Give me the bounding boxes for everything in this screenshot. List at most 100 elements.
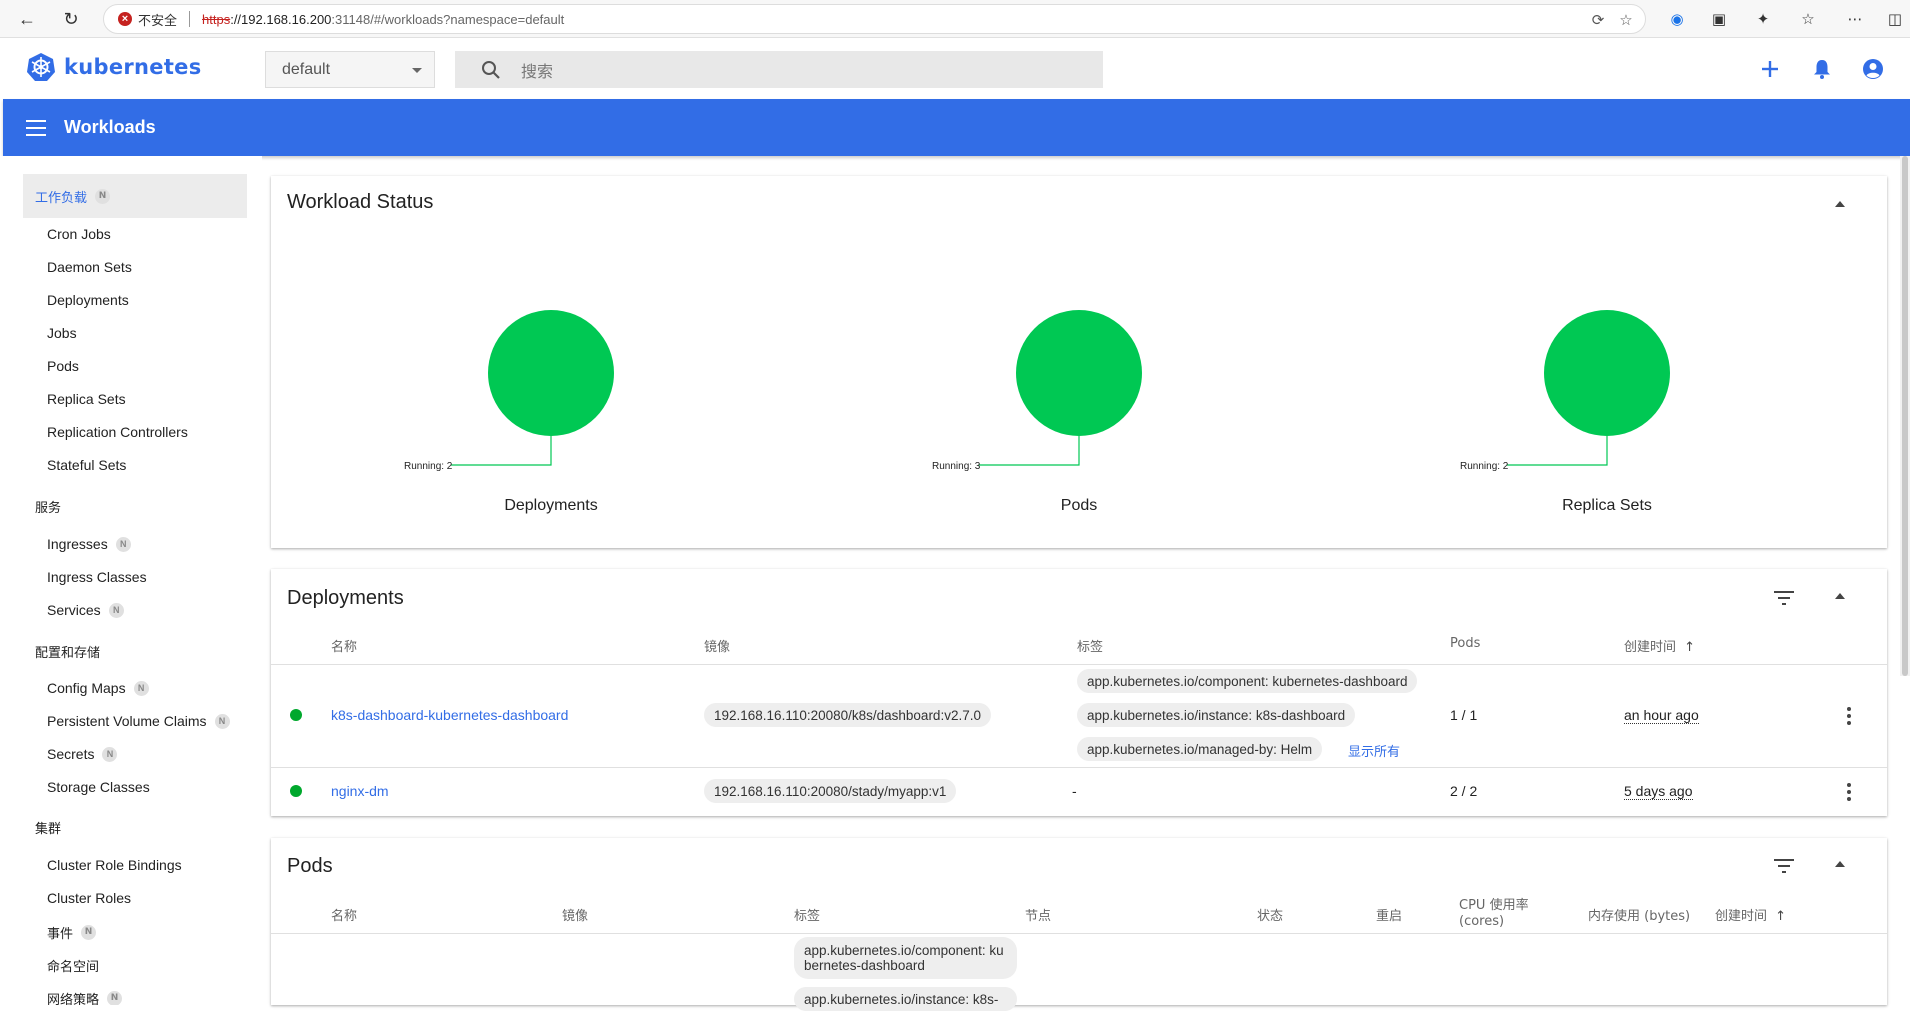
column-header-image: 镜像 [704, 640, 731, 655]
sidebar-item-ingresses[interactable]: Ingresses N [47, 536, 131, 552]
deployment-name-link[interactable]: k8s-dashboard-kubernetes-dashboard [331, 707, 568, 723]
notifications-bell-icon[interactable] [1810, 57, 1834, 81]
sidebar-item-config-maps[interactable]: Config Maps N [47, 680, 149, 696]
column-header-name[interactable]: 名称 [331, 636, 357, 655]
account-icon[interactable] [1861, 57, 1885, 81]
sidebar-item-cluster-role-bindings[interactable]: Cluster Role Bindings [47, 857, 182, 873]
row-actions-menu-icon[interactable] [1847, 783, 1851, 801]
pods-running-slice[interactable] [1016, 310, 1142, 436]
sidebar-item-stateful-sets[interactable]: Stateful Sets [47, 457, 126, 473]
sidebar-item-workloads[interactable]: 工作负载 N [23, 174, 247, 218]
app-header: kubernetes default 搜索 [0, 38, 1910, 99]
label-chip: app.kubernetes.io/instance: k8s-dashboar… [1077, 703, 1356, 727]
sidebar-item-jobs[interactable]: Jobs [47, 325, 77, 341]
deployments-running-slice[interactable] [488, 310, 614, 436]
reload-icon[interactable]: ↻ [58, 6, 84, 32]
column-header-labels: 标签 [794, 909, 821, 924]
sidebar-item-services[interactable]: Services N [47, 602, 124, 618]
filter-icon[interactable] [1774, 859, 1794, 873]
column-header-memory: 内存使用 (bytes) [1588, 909, 1691, 924]
insecure-icon: × [118, 12, 132, 26]
pods-leader-line [979, 436, 1080, 466]
status-running-icon [290, 785, 302, 797]
sort-arrow-up-icon: ↑ [1775, 909, 1787, 924]
url-host: ://192.168.16.200 [230, 11, 332, 27]
address-divider [189, 11, 191, 27]
deployments-card: Deployments 名称 镜像 标签 Pods 创建时间 ↑ k8s-das… [271, 569, 1887, 816]
sidebar-item-deployments[interactable]: Deployments [47, 292, 129, 308]
row-actions-menu-icon[interactable] [1847, 707, 1851, 725]
sidebar-item-cluster-section[interactable]: 集群 [35, 818, 61, 837]
sidebar-item-replica-sets[interactable]: Replica Sets [47, 391, 126, 407]
card-title: Deployments [287, 587, 404, 609]
sidebar-item-events[interactable]: 事件 N [47, 923, 97, 942]
extensions-puzzle-icon[interactable]: ✦ [1752, 8, 1774, 30]
column-header-created[interactable]: 创建时间 ↑ [1715, 905, 1786, 924]
kubernetes-logo[interactable]: kubernetes [26, 52, 202, 82]
card-title: Pods [287, 855, 333, 877]
page-toolbar: Workloads [3, 99, 1910, 156]
favorites-icon[interactable]: ☆ [1797, 8, 1819, 30]
pods-count: 1 / 1 [1450, 707, 1478, 723]
replica-sets-leader-line [1507, 436, 1608, 466]
column-header-cpu: CPU 使用率 (cores) [1459, 898, 1529, 929]
sidebar-item-storage-classes[interactable]: Storage Classes [47, 779, 150, 795]
column-header-pods: Pods [1450, 636, 1481, 651]
workload-status-card: Workload Status Running: 2 Running: 3 Ru… [271, 176, 1887, 548]
row-divider [271, 767, 1887, 768]
filter-icon[interactable] [1774, 591, 1794, 605]
deployments-status-label[interactable]: Deployments [451, 497, 651, 515]
sidebar-item-secrets[interactable]: Secrets N [47, 746, 118, 762]
namespace-value: default [282, 60, 331, 78]
sidebar-item-ingress-classes[interactable]: Ingress Classes [47, 569, 147, 585]
namespace-select[interactable]: default [265, 51, 435, 88]
add-icon[interactable] [1758, 57, 1782, 81]
column-header-created[interactable]: 创建时间 ↑ [1624, 636, 1695, 655]
sidebar-item-services-section[interactable]: 服务 [35, 497, 61, 516]
sidebar-item-namespaces[interactable]: 命名空间 [47, 956, 99, 975]
deployment-name-link[interactable]: nginx-dm [331, 783, 389, 799]
sidebar-item-cluster-roles[interactable]: Cluster Roles [47, 890, 131, 906]
namespaced-badge: N [115, 536, 131, 552]
url-path: :31148/#/workloads?namespace=default [331, 11, 565, 27]
extension-wallet-icon[interactable]: ◉ [1666, 8, 1688, 30]
extension-box-icon[interactable]: ▣ [1708, 8, 1730, 30]
back-icon[interactable]: ← [14, 6, 40, 32]
more-menu-icon[interactable]: ⋯ [1844, 8, 1866, 30]
show-all-labels-link[interactable]: 显示所有 [1348, 741, 1400, 760]
page-title: Workloads [64, 117, 156, 137]
column-header-label: 创建时间 [1715, 909, 1768, 924]
sidebar-item-replication-controllers[interactable]: Replication Controllers [47, 424, 188, 440]
replica-sets-running-slice[interactable] [1544, 310, 1670, 436]
image-chip: 192.168.16.110:20080/stady/myapp:v1 [704, 779, 957, 803]
pods-status-label[interactable]: Pods [979, 497, 1179, 515]
browser-chrome: ← ↻ × 不安全 https ://192.168.16.200 :31148… [0, 0, 1910, 38]
sidebar-toggle-icon[interactable]: ◫ [1884, 8, 1906, 30]
collapse-icon[interactable] [1835, 861, 1845, 867]
replica-sets-status-label[interactable]: Replica Sets [1507, 497, 1707, 515]
search-icon [482, 60, 500, 79]
collapse-icon[interactable] [1835, 593, 1845, 599]
favorite-star-icon[interactable]: ☆ [1615, 9, 1637, 31]
refresh-translate-icon[interactable]: ⟳ [1587, 9, 1609, 31]
label-chip: app.kubernetes.io/managed-by: Helm [1077, 737, 1323, 761]
scrollbar-thumb[interactable] [1902, 156, 1908, 676]
kubernetes-wheel-icon [27, 53, 55, 81]
header-divider [271, 933, 1887, 934]
sidebar-item-cron-jobs[interactable]: Cron Jobs [47, 226, 111, 242]
sidebar-item-persistent-volume-claims[interactable]: Persistent Volume Claims N [47, 713, 230, 729]
sidebar-item-daemon-sets[interactable]: Daemon Sets [47, 259, 132, 275]
column-header-name[interactable]: 名称 [331, 905, 357, 924]
deployments-leader-line [451, 436, 552, 466]
pods-count: 2 / 2 [1450, 783, 1478, 799]
insecure-label: 不安全 [138, 13, 178, 29]
hamburger-menu-icon[interactable] [26, 119, 46, 136]
sidebar-item-network-policies[interactable]: 网络策略 N [47, 989, 123, 1005]
sidebar-item-pods[interactable]: Pods [47, 358, 79, 374]
sidebar-item-config-section[interactable]: 配置和存储 [35, 642, 100, 661]
search-placeholder: 搜索 [521, 61, 554, 81]
page-scrollbar[interactable] [1900, 156, 1910, 676]
address-bar[interactable]: × 不安全 https ://192.168.16.200 :31148/#/w… [103, 4, 1646, 34]
search-input[interactable]: 搜索 [455, 51, 1103, 88]
status-running-icon [290, 709, 302, 721]
